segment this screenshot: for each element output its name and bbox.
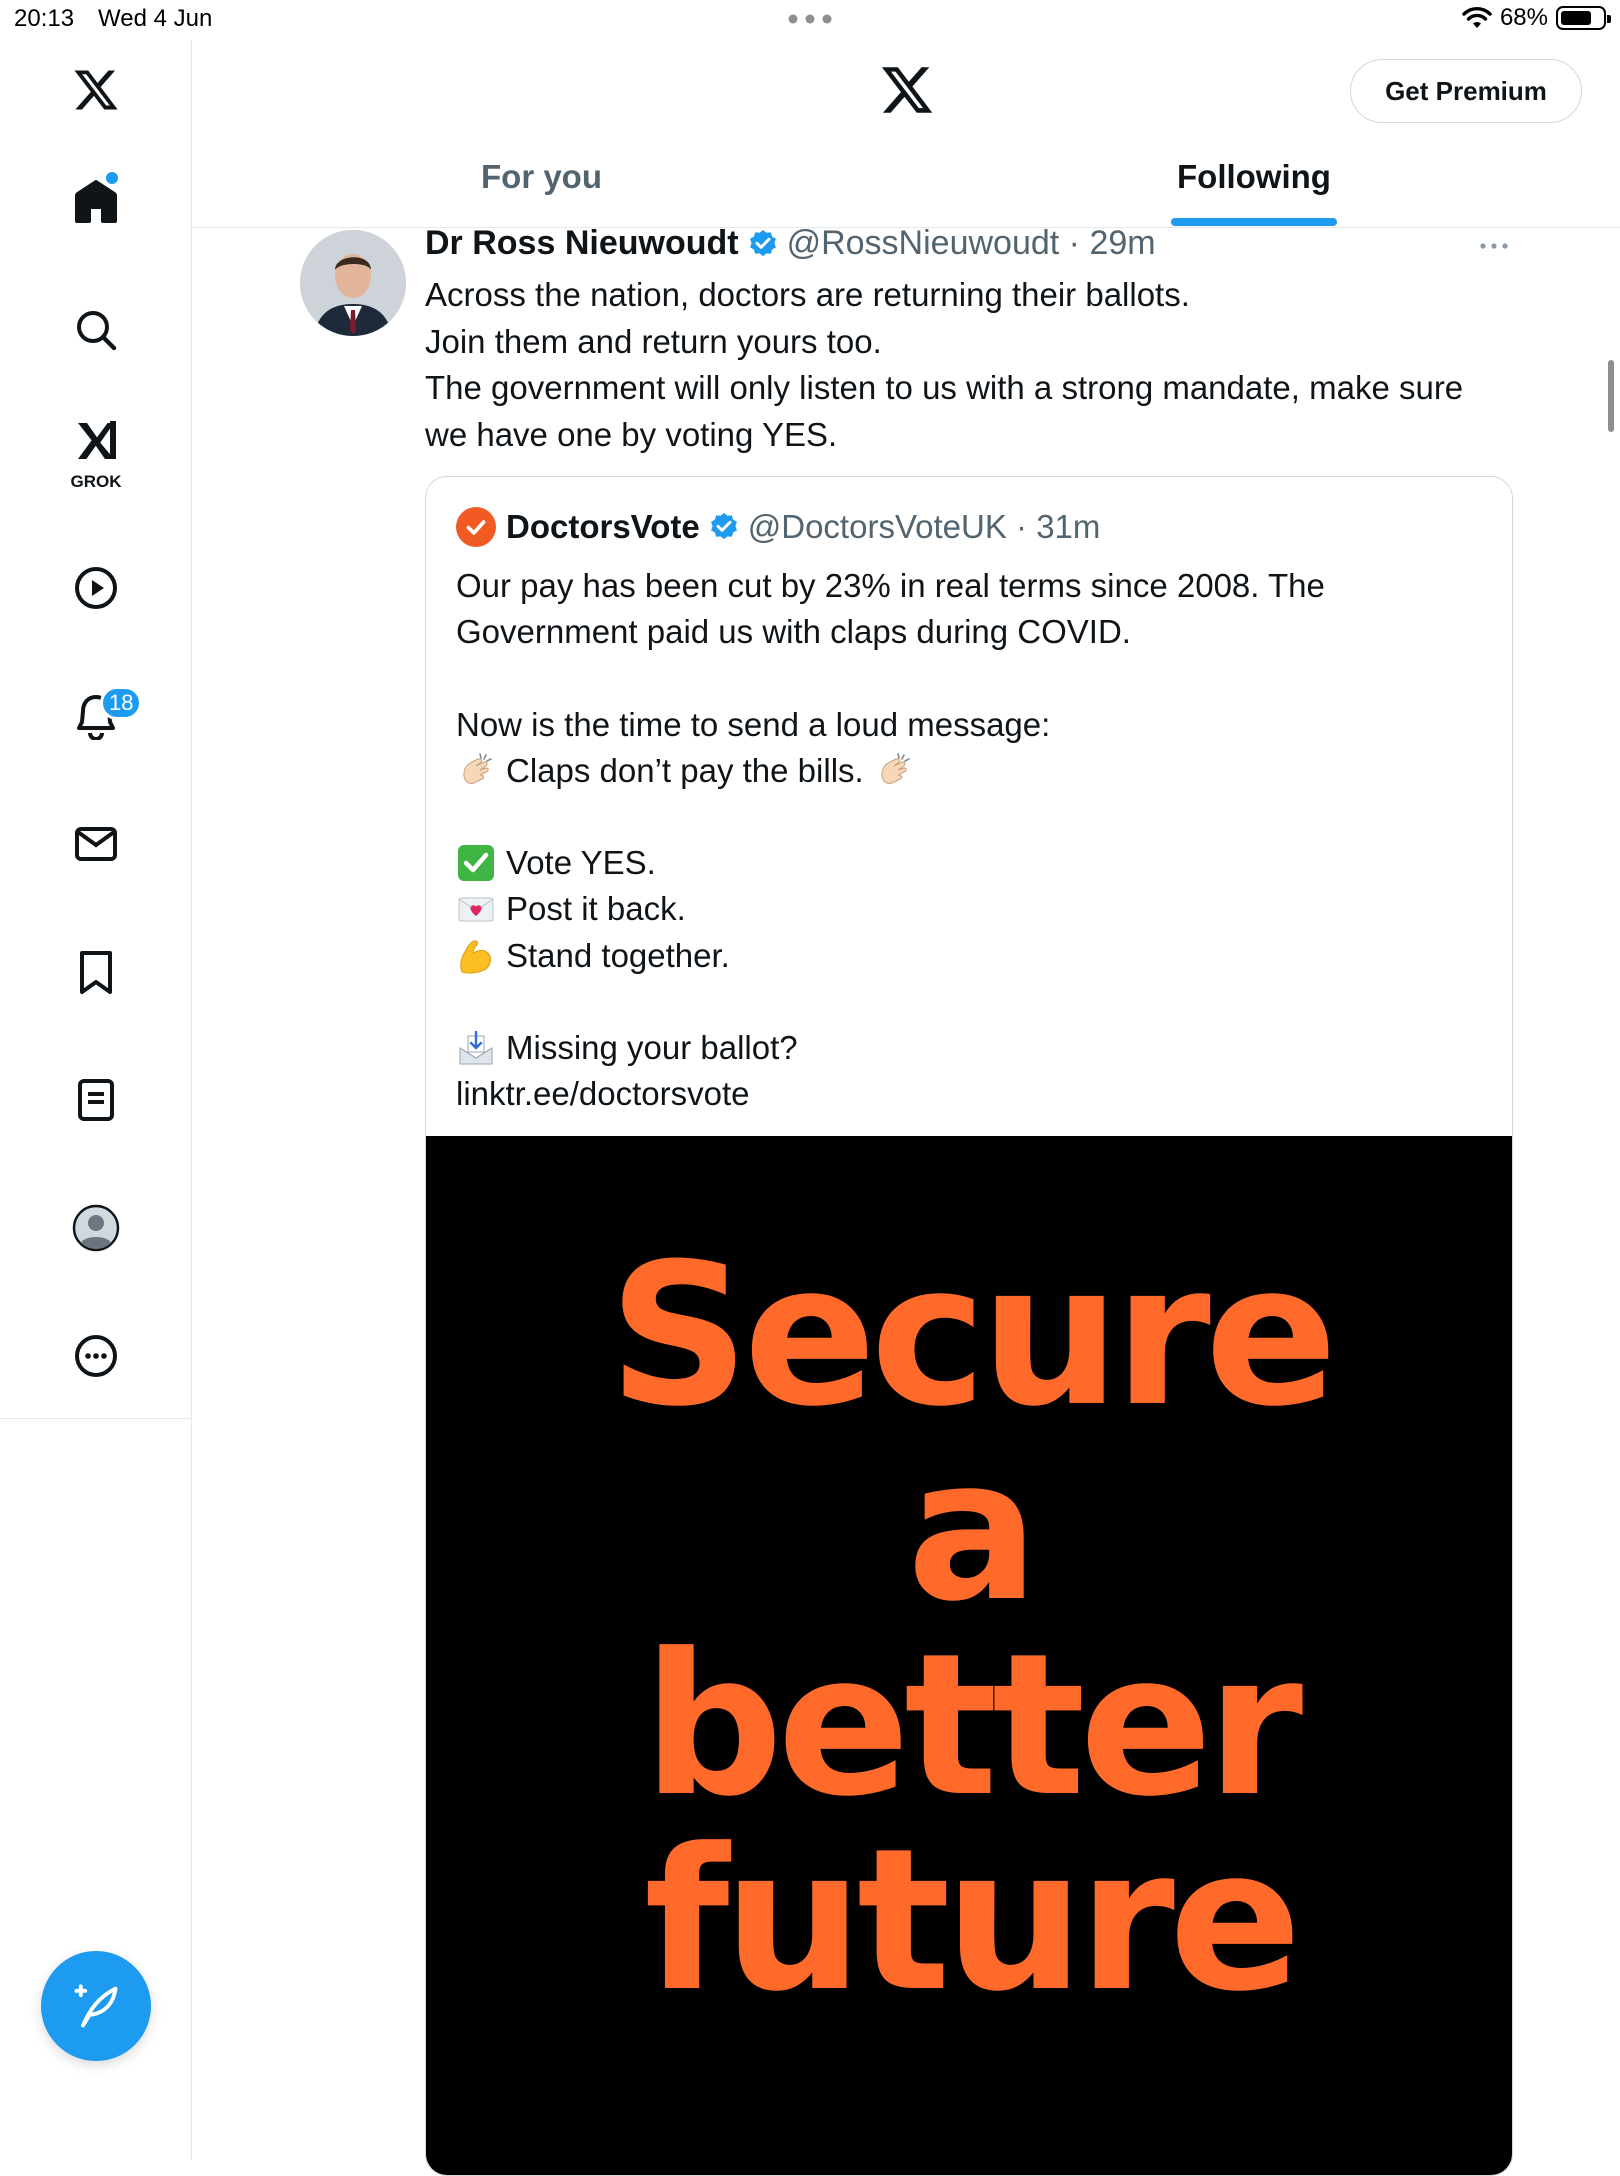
tab-following[interactable]: Following	[1177, 158, 1331, 196]
image-text-better: better	[642, 1612, 1303, 1840]
status-time: 20:13	[14, 5, 75, 32]
author-photo	[300, 230, 406, 336]
bookmark-icon	[80, 951, 112, 994]
author-name[interactable]: Dr Ross Nieuwoudt	[425, 224, 739, 263]
quote-text-line	[456, 655, 1486, 701]
quote-link[interactable]: linktr.ee/doctorsvote	[456, 1071, 1486, 1117]
battery-icon	[1556, 6, 1611, 30]
sidebar-item-bookmarks[interactable]	[56, 932, 136, 1012]
quote-text-line: Government paid us with claps during COV…	[456, 613, 1131, 651]
sidebar-item-lists[interactable]	[56, 1060, 136, 1140]
sidebar-item-notifications[interactable]: 18	[56, 676, 143, 756]
compose-feather-icon	[74, 1984, 118, 2028]
tweet-text-line: we have one by voting YES.	[425, 415, 838, 453]
compose-button[interactable]	[41, 1951, 151, 2061]
quote-author-name[interactable]: DoctorsVote	[506, 508, 700, 546]
grok-label: GROK	[70, 472, 122, 491]
home-icon	[75, 180, 117, 223]
image-text-a: a	[906, 1417, 1039, 1645]
quote-text-claps: Claps don’t pay the bills.	[506, 751, 864, 789]
quote-text-line: Our pay has been cut by 23% in real term…	[456, 567, 1325, 604]
mail-icon	[75, 827, 117, 861]
video-icon	[75, 567, 117, 609]
quote-text-line: Vote YES.	[456, 840, 1486, 886]
clapping-hands-icon	[456, 751, 496, 791]
sidebar-item-messages[interactable]	[56, 804, 136, 884]
meta-separator: ·	[1059, 224, 1090, 262]
battery-percent: 68%	[1499, 4, 1548, 31]
lists-icon	[78, 1079, 114, 1121]
quoted-tweet-text: Our pay has been cut by 23% in real term…	[456, 563, 1486, 1117]
status-bar: 20:13 Wed 4 Jun 68%	[0, 0, 1620, 40]
tweet-text: Across the nation, doctors are returning…	[425, 272, 1515, 458]
status-date: Wed 4 Jun	[98, 5, 213, 32]
tweet-text-line: Join them and return yours too.	[425, 322, 882, 360]
verified-badge-icon	[710, 513, 737, 540]
image-text-future: future	[644, 1807, 1302, 2035]
search-icon	[77, 311, 117, 351]
wifi-icon	[1462, 7, 1492, 28]
sidebar-item-more[interactable]	[56, 1316, 136, 1396]
quote-avatar[interactable]	[456, 507, 496, 547]
tab-for-you[interactable]: For you	[481, 158, 602, 196]
avatar[interactable]	[300, 230, 406, 336]
x-logo-icon	[74, 70, 118, 110]
grok-icon	[78, 421, 116, 459]
more-circle-icon	[75, 1335, 117, 1377]
check-mark-button-icon	[456, 843, 496, 883]
author-handle[interactable]: @RossNieuwoudt	[787, 224, 1060, 263]
quote-text-line: Post it back.	[456, 886, 1486, 932]
verified-badge-icon	[749, 229, 776, 256]
timeline-header: Get Premium For you Following	[193, 40, 1620, 228]
quote-text-vote: Vote YES.	[506, 844, 656, 882]
sidebar-item-home[interactable]	[56, 162, 136, 242]
tweet-text-line: The government will only listen to us wi…	[425, 369, 1464, 406]
quote-text-missing: Missing your ballot?	[506, 1028, 798, 1066]
quote-text-line: Missing your ballot?	[456, 1025, 1486, 1071]
clapping-hands-icon	[874, 751, 914, 791]
scrollbar[interactable]	[1608, 360, 1614, 432]
quote-text-line	[456, 979, 1486, 1025]
get-premium-button[interactable]: Get Premium	[1350, 59, 1582, 123]
quoted-tweet-image[interactable]: Secure a better future	[426, 1136, 1512, 2175]
quote-author-handle[interactable]: @DoctorsVoteUK	[748, 508, 1007, 546]
check-logo-icon	[466, 520, 486, 535]
quoted-tweet-header: DoctorsVote @DoctorsVoteUK · 31m	[456, 507, 1100, 547]
tweet-text-line: Across the nation, doctors are returning…	[425, 276, 1190, 313]
unread-dot	[106, 172, 118, 184]
quote-text-line	[456, 794, 1486, 840]
profile-icon	[72, 1204, 120, 1252]
quote-text-line: Now is the time to send a loud message:	[456, 705, 1051, 743]
meta-separator: ·	[1006, 508, 1037, 545]
tweet-time[interactable]: 29m	[1089, 224, 1155, 263]
love-letter-icon	[456, 889, 496, 929]
status-indicators: 68%	[1462, 4, 1611, 32]
multitasking-dots-icon[interactable]	[788, 14, 832, 24]
quote-time[interactable]: 31m	[1036, 508, 1100, 546]
sidebar-item-x-logo[interactable]	[56, 50, 136, 130]
sidebar-divider	[0, 1418, 191, 1419]
notification-count-badge: 18	[100, 686, 143, 720]
sidebar-item-search[interactable]	[56, 290, 136, 370]
image-text-secure: Secure	[608, 1222, 1337, 1450]
sidebar-item-video[interactable]	[56, 548, 136, 628]
flexed-biceps-icon	[456, 936, 496, 976]
sidebar-item-profile[interactable]	[56, 1188, 136, 1268]
sidebar-item-grok[interactable]: GROK	[56, 412, 136, 492]
more-options-icon[interactable]	[1478, 238, 1510, 254]
tweet-header: Dr Ross Nieuwoudt @RossNieuwoudt · 29m	[425, 224, 1156, 263]
quoted-tweet-card[interactable]: DoctorsVote @DoctorsVoteUK · 31m Our pay…	[425, 476, 1513, 2176]
quote-text-line: Stand together.	[456, 933, 1486, 979]
envelope-with-arrow-icon	[456, 1028, 496, 1068]
sidebar: GROK 18	[0, 40, 192, 2160]
quote-text-post: Post it back.	[506, 890, 686, 928]
quote-text-stand: Stand together.	[506, 936, 730, 974]
active-tab-indicator	[1171, 218, 1337, 226]
x-logo-icon	[881, 67, 933, 113]
quote-text-line: Claps don’t pay the bills.	[456, 748, 1486, 794]
